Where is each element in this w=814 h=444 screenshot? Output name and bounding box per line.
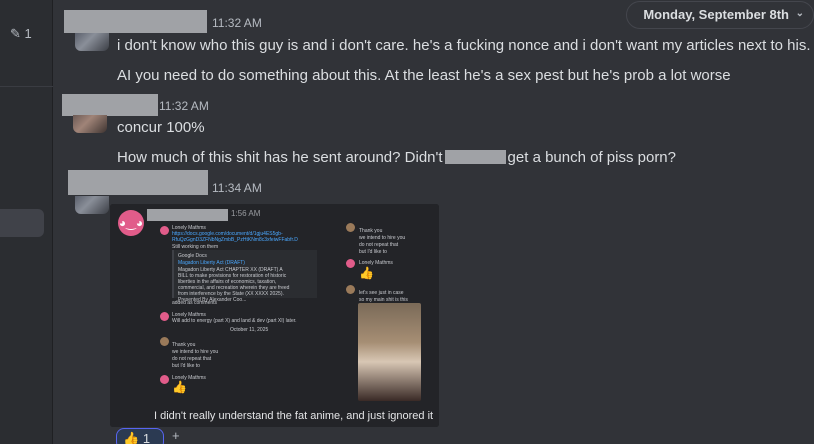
mini-text: Thank you: [172, 342, 196, 348]
redacted-name: [444, 150, 506, 164]
message-timestamp: 11:34 AM: [212, 181, 262, 195]
redacted-username: [147, 209, 228, 221]
add-reaction-label: +: [172, 428, 180, 443]
mini-doc-embed: Google Docs Magadon Liberty Act (DRAFT) …: [172, 250, 317, 303]
embed-caption: I didn't really understand the fat anime…: [154, 410, 434, 422]
sidebar-item-selected[interactable]: [0, 209, 44, 237]
discord-logo-icon: ◕‿◕: [118, 210, 144, 236]
pencil-icon: ✎: [10, 26, 21, 41]
redacted-username: [64, 10, 207, 33]
mini-text: we intend to hire you: [172, 349, 219, 355]
mini-text: Thank you: [359, 228, 383, 234]
reaction-thumbs-up[interactable]: 👍 1: [116, 428, 164, 444]
mini-text: Google Docs: [178, 253, 207, 259]
mini-text: let's see just in case: [359, 290, 404, 296]
thumbs-up-icon: 👍: [123, 431, 140, 444]
mini-avatar: [346, 223, 355, 232]
message-text: i don't know who this guy is and i don't…: [117, 37, 811, 54]
reaction-count: 1: [142, 431, 151, 444]
mini-text: do not repeat that: [359, 242, 399, 248]
redacted-username: [62, 94, 158, 116]
mini-text: we intend to hire you: [359, 235, 406, 241]
message-text: How much of this shit has he sent around…: [117, 149, 676, 166]
avatar[interactable]: [75, 33, 109, 51]
mini-avatar: [160, 226, 169, 235]
mini-link: https://docs.google.com/document/d/1gju4…: [172, 231, 298, 243]
message-text-part: get a bunch of piss porn?: [507, 149, 676, 166]
mini-avatar: [346, 285, 355, 294]
mini-doc-title: Magadon Liberty Act (DRAFT): [178, 260, 245, 266]
thumbs-up-icon: 👍: [359, 266, 374, 280]
redacted-username: [68, 170, 208, 195]
image-attachment[interactable]: ◕‿◕ 1:56 AM Lonely Mathms https://docs.g…: [110, 204, 439, 427]
mini-text: but I'd like to: [359, 249, 387, 255]
avatar[interactable]: [75, 196, 109, 214]
anime-image: [358, 303, 421, 401]
mini-doc-desc: Magadon Liberty Act CHAPTER XX (DRAFT) A…: [178, 267, 290, 303]
thumbs-up-icon: 👍: [172, 380, 187, 394]
mini-avatar: [160, 375, 169, 384]
message-text: concur 100%: [117, 119, 205, 136]
edit-count[interactable]: ✎ 1: [10, 26, 32, 42]
sidebar-divider: [0, 86, 53, 87]
message-timestamp: 11:32 AM: [159, 99, 209, 113]
embed-timestamp: 1:56 AM: [231, 209, 261, 218]
mini-avatar: [160, 337, 169, 346]
avatar[interactable]: [73, 115, 107, 133]
mini-text: but I'd like to: [172, 363, 200, 369]
mini-avatar: [160, 312, 169, 321]
message-timestamp: 11:32 AM: [212, 16, 262, 30]
mini-date-separator: October 11, 2025: [230, 327, 269, 333]
mini-text: Will add to energy (part X) and land & d…: [172, 318, 297, 324]
message-text: AI you need to do something about this. …: [117, 67, 731, 84]
add-reaction-icon[interactable]: +: [172, 428, 196, 444]
message-text-part: How much of this shit has he sent around…: [117, 149, 443, 166]
mini-text: do not repeat that: [172, 356, 212, 362]
mini-text: added as comments: [172, 300, 218, 306]
date-label: Monday, September 8th: [643, 7, 789, 22]
chevron-down-icon: ⌄: [795, 8, 804, 19]
edit-count-label: 1: [24, 26, 32, 41]
date-pill[interactable]: Monday, September 8th ⌄: [626, 1, 814, 29]
channel-sidebar: ✎ 1: [0, 0, 53, 444]
embedded-screenshot: ◕‿◕ 1:56 AM Lonely Mathms https://docs.g…: [110, 204, 439, 427]
mini-avatar: [346, 259, 355, 268]
